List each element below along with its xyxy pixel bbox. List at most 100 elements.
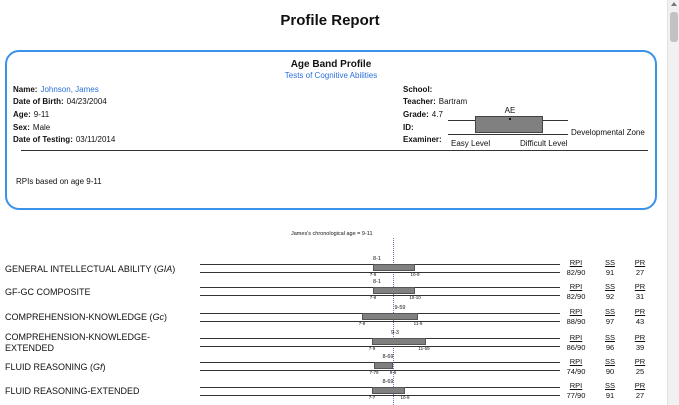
pr-value: 27	[635, 268, 645, 277]
low-age-label: 7-9	[368, 346, 376, 351]
school-label: School:	[403, 85, 433, 94]
zone-bar	[373, 264, 415, 271]
age-band-profile-panel: Age Band Profile Tests of Cognitive Abil…	[5, 50, 657, 210]
high-age-label: 10-9	[410, 272, 420, 277]
pr-header: PR	[634, 333, 646, 342]
id-row: ID:	[403, 123, 417, 132]
examiner-row: Examiner:	[403, 135, 445, 144]
grade-row: Grade: 4.7	[403, 110, 443, 119]
grade-label: Grade:	[403, 110, 429, 119]
name-row: Name: Johnson, James	[13, 85, 99, 94]
test-name: COMPREHENSION-KNOWLEDGE- EXTENDED	[5, 332, 151, 353]
ss-header: SS	[604, 307, 615, 316]
zone-bar	[373, 287, 415, 294]
chronological-age-label: James's chronological age = 9-11	[291, 231, 373, 237]
center-age-label: 8-69	[382, 354, 394, 360]
pr-value: 43	[635, 317, 645, 326]
zone-bar	[372, 338, 426, 345]
legend-ae-marker	[509, 118, 511, 120]
high-age-label: 11-59	[418, 346, 430, 351]
ss-header: SS	[604, 357, 615, 366]
rpi-header: RPI	[569, 258, 583, 267]
examiner-label: Examiner:	[403, 135, 442, 144]
legend-ae-label: AE	[504, 106, 516, 115]
low-age-label: 7-7	[368, 395, 376, 400]
teacher-value: Bartram	[438, 97, 468, 106]
vertical-scrollbar[interactable]	[667, 0, 679, 405]
dob-label: Date of Birth:	[13, 97, 64, 106]
profile-line-bottom	[200, 321, 560, 322]
pr-header: PR	[634, 282, 646, 291]
ss-value: 90	[605, 367, 615, 376]
test-name: FLUID REASONING (Gf)	[5, 362, 106, 372]
test-name: FLUID REASONING-EXTENDED	[5, 386, 140, 396]
panel-divider	[21, 150, 648, 151]
rpi-value: 86/90	[566, 343, 586, 352]
pr-header: PR	[634, 307, 646, 316]
pr-header: PR	[634, 258, 646, 267]
zone-bar	[372, 387, 405, 394]
teacher-row: Teacher: Bartram	[403, 97, 467, 106]
ss-header: SS	[604, 258, 615, 267]
pr-value: 39	[635, 343, 645, 352]
low-age-label: 7-79	[369, 370, 379, 375]
ss-value: 92	[605, 292, 615, 301]
pr-value: 31	[635, 292, 645, 301]
low-age-label: 7-9	[369, 272, 377, 277]
zone-bar	[374, 362, 393, 369]
sex-row: Sex: Male	[13, 123, 50, 132]
high-age-label: 9-9	[389, 370, 397, 375]
name-value[interactable]: Johnson, James	[40, 85, 98, 94]
scroll-up-arrow-icon[interactable]	[671, 2, 677, 6]
pr-header: PR	[634, 357, 646, 366]
rpi-value: 77/90	[566, 391, 586, 400]
center-age-label: 8-69	[382, 379, 394, 385]
pr-value: 27	[635, 391, 645, 400]
ss-header: SS	[604, 282, 615, 291]
dob-row: Date of Birth: 04/23/2004	[13, 97, 107, 106]
rpi-value: 82/90	[566, 268, 586, 277]
high-age-label: 10-10	[409, 295, 421, 300]
center-age-label: 9-3	[391, 330, 399, 336]
center-age-label: 9-59	[394, 305, 406, 311]
rpi-note: RPIs based on age 9-11	[16, 177, 102, 186]
pr-value: 25	[635, 367, 645, 376]
page-title: Profile Report	[280, 12, 380, 29]
rpi-header: RPI	[569, 282, 583, 291]
scroll-thumb[interactable]	[670, 12, 678, 42]
grade-value: 4.7	[431, 110, 443, 119]
sex-value: Male	[32, 123, 51, 132]
ss-header: SS	[604, 333, 615, 342]
testing-date-row: Date of Testing: 03/11/2014	[13, 135, 115, 144]
panel-title: Age Band Profile	[290, 59, 372, 70]
rpi-header: RPI	[569, 381, 583, 390]
ss-value: 96	[605, 343, 615, 352]
center-age-label: 8-1	[373, 279, 381, 285]
dob-value: 04/23/2004	[66, 97, 107, 106]
rpi-header: RPI	[569, 307, 583, 316]
age-label: Age:	[13, 110, 31, 119]
high-age-label: 11-9	[413, 321, 423, 326]
low-age-label: 7-9	[358, 321, 366, 326]
pr-header: PR	[634, 381, 646, 390]
ss-value: 97	[605, 317, 615, 326]
name-label: Name:	[13, 85, 38, 94]
legend-bottom-line	[448, 134, 568, 135]
rpi-value: 88/90	[566, 317, 586, 326]
testing-date-label: Date of Testing:	[13, 135, 73, 144]
low-age-label: 7-9	[369, 295, 377, 300]
school-row: School:	[403, 85, 435, 94]
zone-bar	[362, 313, 418, 320]
ss-header: SS	[604, 381, 615, 390]
test-name: GENERAL INTELLECTUAL ABILITY (GIA)	[5, 264, 176, 274]
rpi-header: RPI	[569, 357, 583, 366]
rpi-value: 74/90	[566, 367, 586, 376]
id-label: ID:	[403, 123, 414, 132]
sex-label: Sex:	[13, 123, 30, 132]
teacher-label: Teacher:	[403, 97, 436, 106]
testing-date-value: 03/11/2014	[75, 135, 116, 144]
rpi-value: 82/90	[566, 292, 586, 301]
legend-difficult-label: Difficult Level	[520, 139, 568, 148]
rpi-header: RPI	[569, 333, 583, 342]
test-name: COMPREHENSION-KNOWLEDGE (Gc)	[5, 312, 168, 322]
